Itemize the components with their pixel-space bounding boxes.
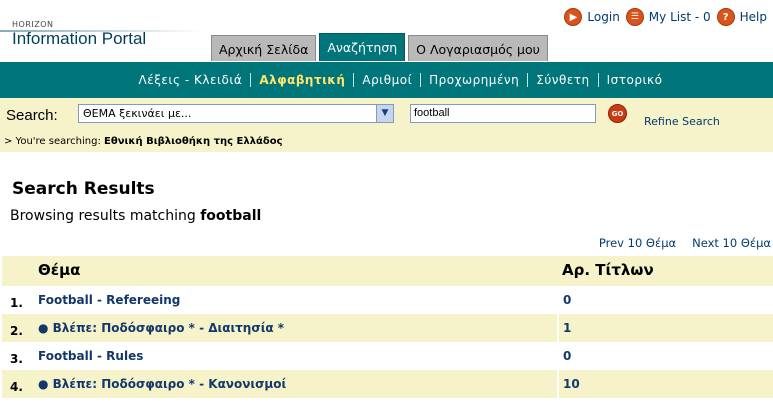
search-type-nav: Λέξεις - Κλειδιά Αλφαβητική Αριθμοί Προχ… bbox=[0, 62, 773, 98]
table-row: 3. Football - Rules 0 bbox=[2, 342, 773, 370]
logo-underline bbox=[0, 30, 205, 32]
tab-home[interactable]: Αρχική Σελίδα bbox=[211, 35, 317, 61]
header: HORIZON Information Portal ▶ Login ☰ My … bbox=[0, 0, 773, 62]
next-link[interactable]: Next 10 Θέμα bbox=[692, 236, 771, 250]
help-link[interactable]: ? Help bbox=[716, 8, 767, 26]
subject-link[interactable]: ● Βλέπε: Ποδόσφαιρο * - Διαιτησία * bbox=[38, 314, 556, 342]
browsing-text: Browsing results matching football bbox=[10, 208, 261, 224]
row-number: 3. bbox=[10, 352, 23, 366]
search-label: Search: bbox=[6, 107, 58, 124]
count-link[interactable]: 1 bbox=[559, 314, 773, 342]
nav-history[interactable]: Ιστορικό bbox=[599, 73, 671, 87]
help-icon: ? bbox=[716, 8, 735, 26]
table-row: 1. Football - Refereeing 0 bbox=[2, 286, 773, 314]
refine-search-link[interactable]: Refine Search bbox=[644, 115, 720, 128]
select-value: ΘΕΜΑ ξεκινάει με... bbox=[83, 107, 192, 120]
tab-account[interactable]: Ο Λογαριασμός μου bbox=[408, 35, 548, 61]
nav-keywords[interactable]: Λέξεις - Κλειδιά bbox=[131, 73, 251, 87]
tab-search[interactable]: Αναζήτηση bbox=[319, 33, 406, 61]
nav-numbers[interactable]: Αριθμοί bbox=[354, 73, 420, 87]
browsing-term: football bbox=[200, 208, 262, 224]
nav-compound[interactable]: Σύνθετη bbox=[528, 73, 597, 87]
login-label: Login bbox=[587, 10, 620, 24]
nav-alphabetical[interactable]: Αλφαβητική bbox=[251, 73, 353, 87]
table-row: 2. ● Βλέπε: Ποδόσφαιρο * - Διαιτησία * 1 bbox=[2, 314, 773, 342]
browsing-prefix: Browsing results matching bbox=[10, 208, 196, 224]
list-icon: ☰ bbox=[625, 8, 644, 26]
search-bar: Search: ΘΕΜΑ ξεκινάει με... ▼ football G… bbox=[0, 98, 773, 152]
subject-link[interactable]: Football - Refereeing bbox=[38, 286, 556, 314]
help-label: Help bbox=[739, 10, 767, 24]
login-link[interactable]: ▶ Login bbox=[564, 8, 620, 26]
table-header: Θέμα Αρ. Τίτλων bbox=[2, 256, 773, 286]
prev-link[interactable]: Prev 10 Θέμα bbox=[599, 236, 676, 250]
pager: Prev 10 Θέμα Next 10 Θέμα bbox=[583, 236, 771, 250]
searching-library: Εθνική Βιβλιοθήκη της Ελλάδος bbox=[104, 136, 283, 147]
go-button[interactable]: GO bbox=[608, 104, 627, 123]
top-links: ▶ Login ☰ My List - 0 ? Help bbox=[560, 8, 767, 26]
col-count: Αρ. Τίτλων bbox=[562, 261, 654, 279]
row-number: 1. bbox=[10, 296, 23, 310]
play-icon: ▶ bbox=[564, 8, 583, 26]
main-tabs: Αρχική Σελίδα Αναζήτηση Ο Λογαριασμός μο… bbox=[211, 33, 551, 61]
subject-link[interactable]: Football - Rules bbox=[38, 342, 556, 370]
row-number: 2. bbox=[10, 324, 23, 338]
nav-divider bbox=[420, 73, 422, 87]
page-title: Search Results bbox=[12, 179, 155, 199]
logo[interactable]: HORIZON Information Portal bbox=[12, 20, 146, 48]
results-table: Θέμα Αρ. Τίτλων 1. Football - Refereeing… bbox=[2, 256, 773, 398]
logo-small-text: HORIZON bbox=[12, 20, 54, 29]
count-link[interactable]: 0 bbox=[559, 342, 773, 370]
table-row: 4. ● Βλέπε: Ποδόσφαιρο * - Κανονισμοί 10 bbox=[2, 370, 773, 398]
count-link[interactable]: 0 bbox=[559, 286, 773, 314]
nav-divider bbox=[250, 73, 252, 87]
search-input[interactable]: football bbox=[410, 104, 596, 123]
nav-divider bbox=[527, 73, 529, 87]
search-type-select[interactable]: ΘΕΜΑ ξεκινάει με... ▼ bbox=[78, 104, 394, 123]
searching-prefix: > You're searching: bbox=[4, 136, 101, 147]
mylist-label: My List - 0 bbox=[648, 10, 711, 24]
subject-link[interactable]: ● Βλέπε: Ποδόσφαιρο * - Κανονισμοί bbox=[38, 370, 556, 398]
col-subject: Θέμα bbox=[38, 261, 81, 279]
mylist-link[interactable]: ☰ My List - 0 bbox=[625, 8, 711, 26]
nav-advanced[interactable]: Προχωρημένη bbox=[421, 73, 527, 87]
row-number: 4. bbox=[10, 380, 23, 394]
count-link[interactable]: 10 bbox=[559, 370, 773, 398]
nav-divider bbox=[597, 73, 599, 87]
nav-divider bbox=[353, 73, 355, 87]
searching-scope: > You're searching: Εθνική Βιβλιοθήκη τη… bbox=[4, 136, 283, 147]
chevron-down-icon[interactable]: ▼ bbox=[376, 105, 393, 122]
